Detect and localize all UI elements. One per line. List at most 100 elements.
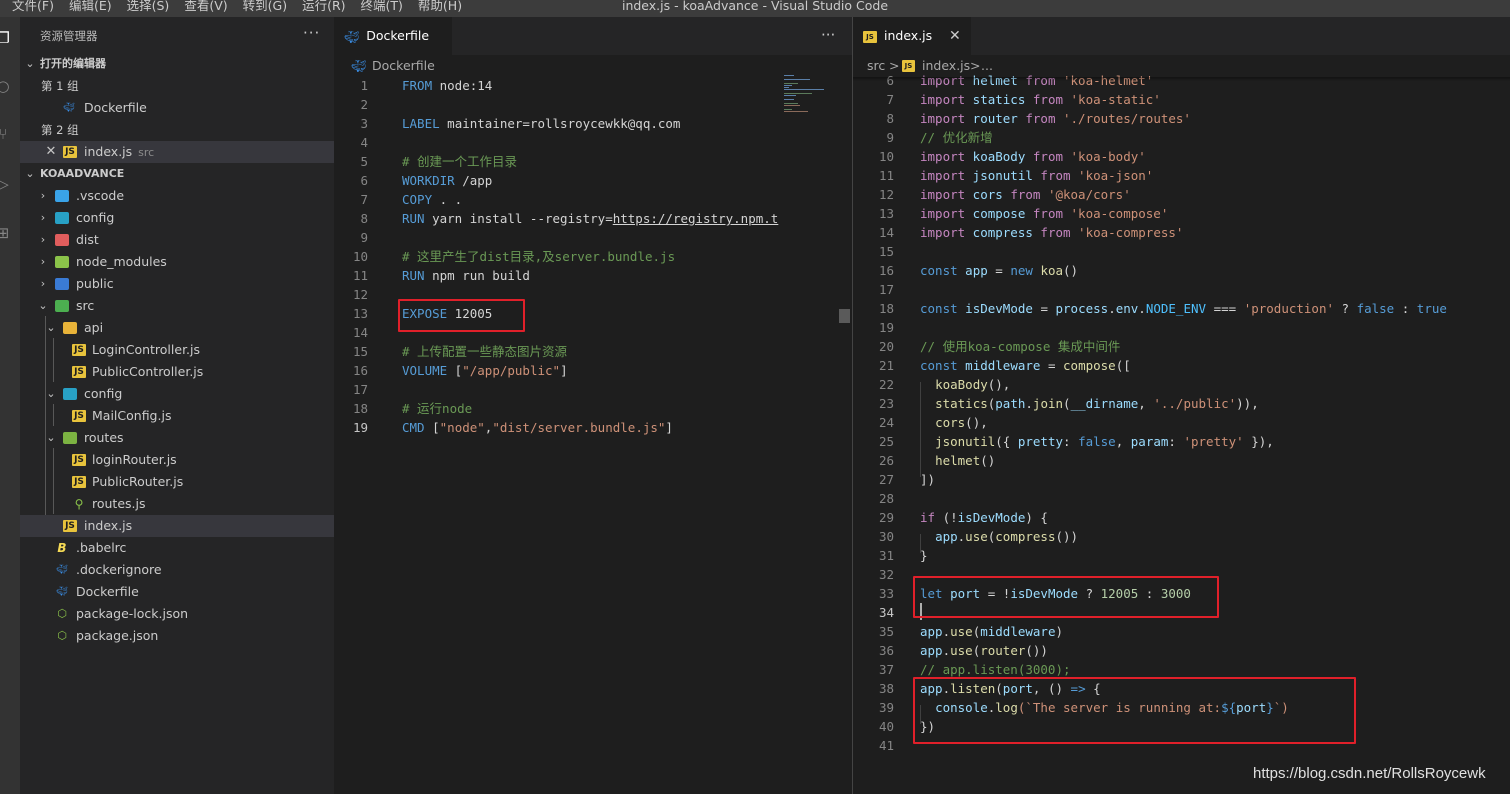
code-line[interactable]: 8 import router from './routes/routes' [853,109,1510,128]
tree-item-src[interactable]: ⌄ src [20,295,334,317]
code-line[interactable]: 17 [853,280,1510,299]
menu-selection[interactable]: 选择(S) [127,0,170,14]
run-debug-icon[interactable]: ▷ [0,175,12,193]
close-icon[interactable]: ✕ [949,17,961,55]
code-line[interactable]: 29 if (!isDevMode) { [853,508,1510,527]
code-line[interactable]: 7 import statics from 'koa-static' [853,90,1510,109]
scrollbar-thumb[interactable] [839,309,850,323]
tree-item-node-modules[interactable]: › node_modules [20,251,334,273]
open-editor-dockerfile[interactable]: 🐳︎ Dockerfile [20,97,334,119]
open-editors-header[interactable]: ⌄ 打开的编辑器 [20,53,334,75]
code-line[interactable]: 18 # 运行node [334,399,852,418]
tree-item-config[interactable]: › config [20,207,334,229]
code-line[interactable]: 9 // 优化新增 [853,128,1510,147]
tree-item-index-js[interactable]: JS index.js [20,515,334,537]
code-line[interactable]: 21 const middleware = compose([ [853,356,1510,375]
menu-terminal[interactable]: 终端(T) [361,0,403,14]
code-line[interactable]: 8 RUN yarn install --registry=https://reg… [334,209,852,228]
menu-help[interactable]: 帮助(H) [418,0,462,14]
line-number: 29 [878,510,894,525]
code-line[interactable]: 16 const app = new koa() [853,261,1510,280]
tree-item-mail-config[interactable]: JS MailConfig.js [20,405,334,427]
tree-item-package-json[interactable]: ⬡ package.json [20,625,334,647]
menu-view[interactable]: 查看(V) [184,0,227,14]
code-line[interactable]: 1 FROM node:14 [334,76,852,95]
tree-item-login-controller[interactable]: JS LoginController.js [20,339,334,361]
tree-item-routes-js[interactable]: ⚲ routes.js [20,493,334,515]
code-line[interactable]: 16 VOLUME ["/app/public"] [334,361,852,380]
line-number: 1 [360,78,368,93]
tab-index-js[interactable]: JS index.js ✕ [853,17,971,55]
more-actions-icon[interactable]: ··· [303,24,320,42]
extensions-icon[interactable]: ⊞ [0,224,12,242]
code-line[interactable]: 11 import jsonutil from 'koa-json' [853,166,1510,185]
menu-goto[interactable]: 转到(G) [243,0,287,14]
more-actions-icon[interactable]: ··· [821,26,835,44]
menu-edit[interactable]: 编辑(E) [69,0,112,14]
tree-item-package-lock[interactable]: ⬡ package-lock.json [20,603,334,625]
token: import [920,168,966,183]
code-line[interactable]: 6 WORKDIR /app [334,171,852,190]
tree-item-routes[interactable]: ⌄ routes [20,427,334,449]
code-line[interactable]: 26 helmet() [853,451,1510,470]
tree-item-vscode[interactable]: › .vscode [20,185,334,207]
project-header[interactable]: ⌄ KOAADVANCE [20,163,334,185]
code-line[interactable]: 23 statics(path.join(__dirname, '../publ… [853,394,1510,413]
code-line[interactable]: 3 LABEL maintainer=rollsroycewkk@qq.com [334,114,852,133]
tree-item-babelrc[interactable]: B .babelrc [20,537,334,559]
code-line[interactable]: 2 [334,95,852,114]
code-line[interactable]: 12 import cors from '@koa/cors' [853,185,1510,204]
code-line[interactable]: 27]) [853,470,1510,489]
close-icon[interactable]: ✕ [45,141,57,163]
code-line[interactable]: 5 # 创建一个工作目录 [334,152,852,171]
js-file-icon: JS [63,146,77,158]
source-control-icon[interactable]: ⑂ [0,125,12,143]
minimap[interactable] [781,72,841,152]
indent-guide [920,534,921,553]
code-line[interactable]: 28 [853,489,1510,508]
editor-group-2: 第 2 组 [41,123,79,137]
tree-item-dist[interactable]: › dist [20,229,334,251]
code-line[interactable]: 30 app.use(compress()) [853,527,1510,546]
code-line[interactable]: 24 cors(), [853,413,1510,432]
menu-run[interactable]: 运行(R) [302,0,345,14]
tree-item-public-controller[interactable]: JS PublicController.js [20,361,334,383]
code-line[interactable]: 19 [853,318,1510,337]
explorer-icon[interactable]: ❐ [0,29,12,47]
tab-dockerfile[interactable]: 🐳︎ Dockerfile [334,17,452,55]
line-number: 10 [878,149,894,164]
code-line[interactable]: 15 # 上传配置一些静态图片资源 [334,342,852,361]
breadcrumb-file[interactable]: Dockerfile [372,55,435,77]
code-line[interactable]: 25 jsonutil({ pretty: false, param: 'pre… [853,432,1510,451]
code-line[interactable]: 35 app.use(middleware) [853,622,1510,641]
code-line[interactable]: 9 [334,228,852,247]
tree-item-dockerfile[interactable]: 🐳︎ Dockerfile [20,581,334,603]
code-line[interactable]: 10 import koaBody from 'koa-body' [853,147,1510,166]
tree-item-public-router[interactable]: JS PublicRouter.js [20,471,334,493]
code-line[interactable]: 17 [334,380,852,399]
tree-item-src-config[interactable]: ⌄ config [20,383,334,405]
token: app [920,624,943,639]
code-line[interactable]: 19 CMD ["node","dist/server.bundle.js"] [334,418,852,437]
open-editor-index-js[interactable]: ✕ JS index.js src [20,141,334,163]
tree-item-login-router[interactable]: JS loginRouter.js [20,449,334,471]
code-line[interactable]: 22 koaBody(), [853,375,1510,394]
code-line[interactable]: 11 RUN npm run build [334,266,852,285]
tree-item-dockerignore[interactable]: 🐳︎ .dockerignore [20,559,334,581]
code-line[interactable]: 18 const isDevMode = process.env.NODE_ENV… [853,299,1510,318]
code-line[interactable]: 36 app.use(router()) [853,641,1510,660]
code-line[interactable]: 20 // 使用koa-compose 集成中间件 [853,337,1510,356]
tree-item-api[interactable]: ⌄ api [20,317,334,339]
code-line[interactable]: 7 COPY . . [334,190,852,209]
code-line[interactable]: 13 import compose from 'koa-compose' [853,204,1510,223]
code-line[interactable]: 4 [334,133,852,152]
code-line[interactable]: 31} [853,546,1510,565]
token: 'pretty' [1183,434,1244,449]
menu-file[interactable]: 文件(F) [12,0,54,14]
search-icon[interactable]: ○ [0,77,12,95]
code-line[interactable]: 10 # 这里产生了dist目录,及server.bundle.js [334,247,852,266]
tree-item-public[interactable]: › public [20,273,334,295]
code-line[interactable]: 14 import compress from 'koa-compress' [853,223,1510,242]
editor-group-left: 🐳︎ Dockerfile ··· 🐳︎ Dockerfile 1 FROM nod… [334,17,852,794]
code-line[interactable]: 15 [853,242,1510,261]
